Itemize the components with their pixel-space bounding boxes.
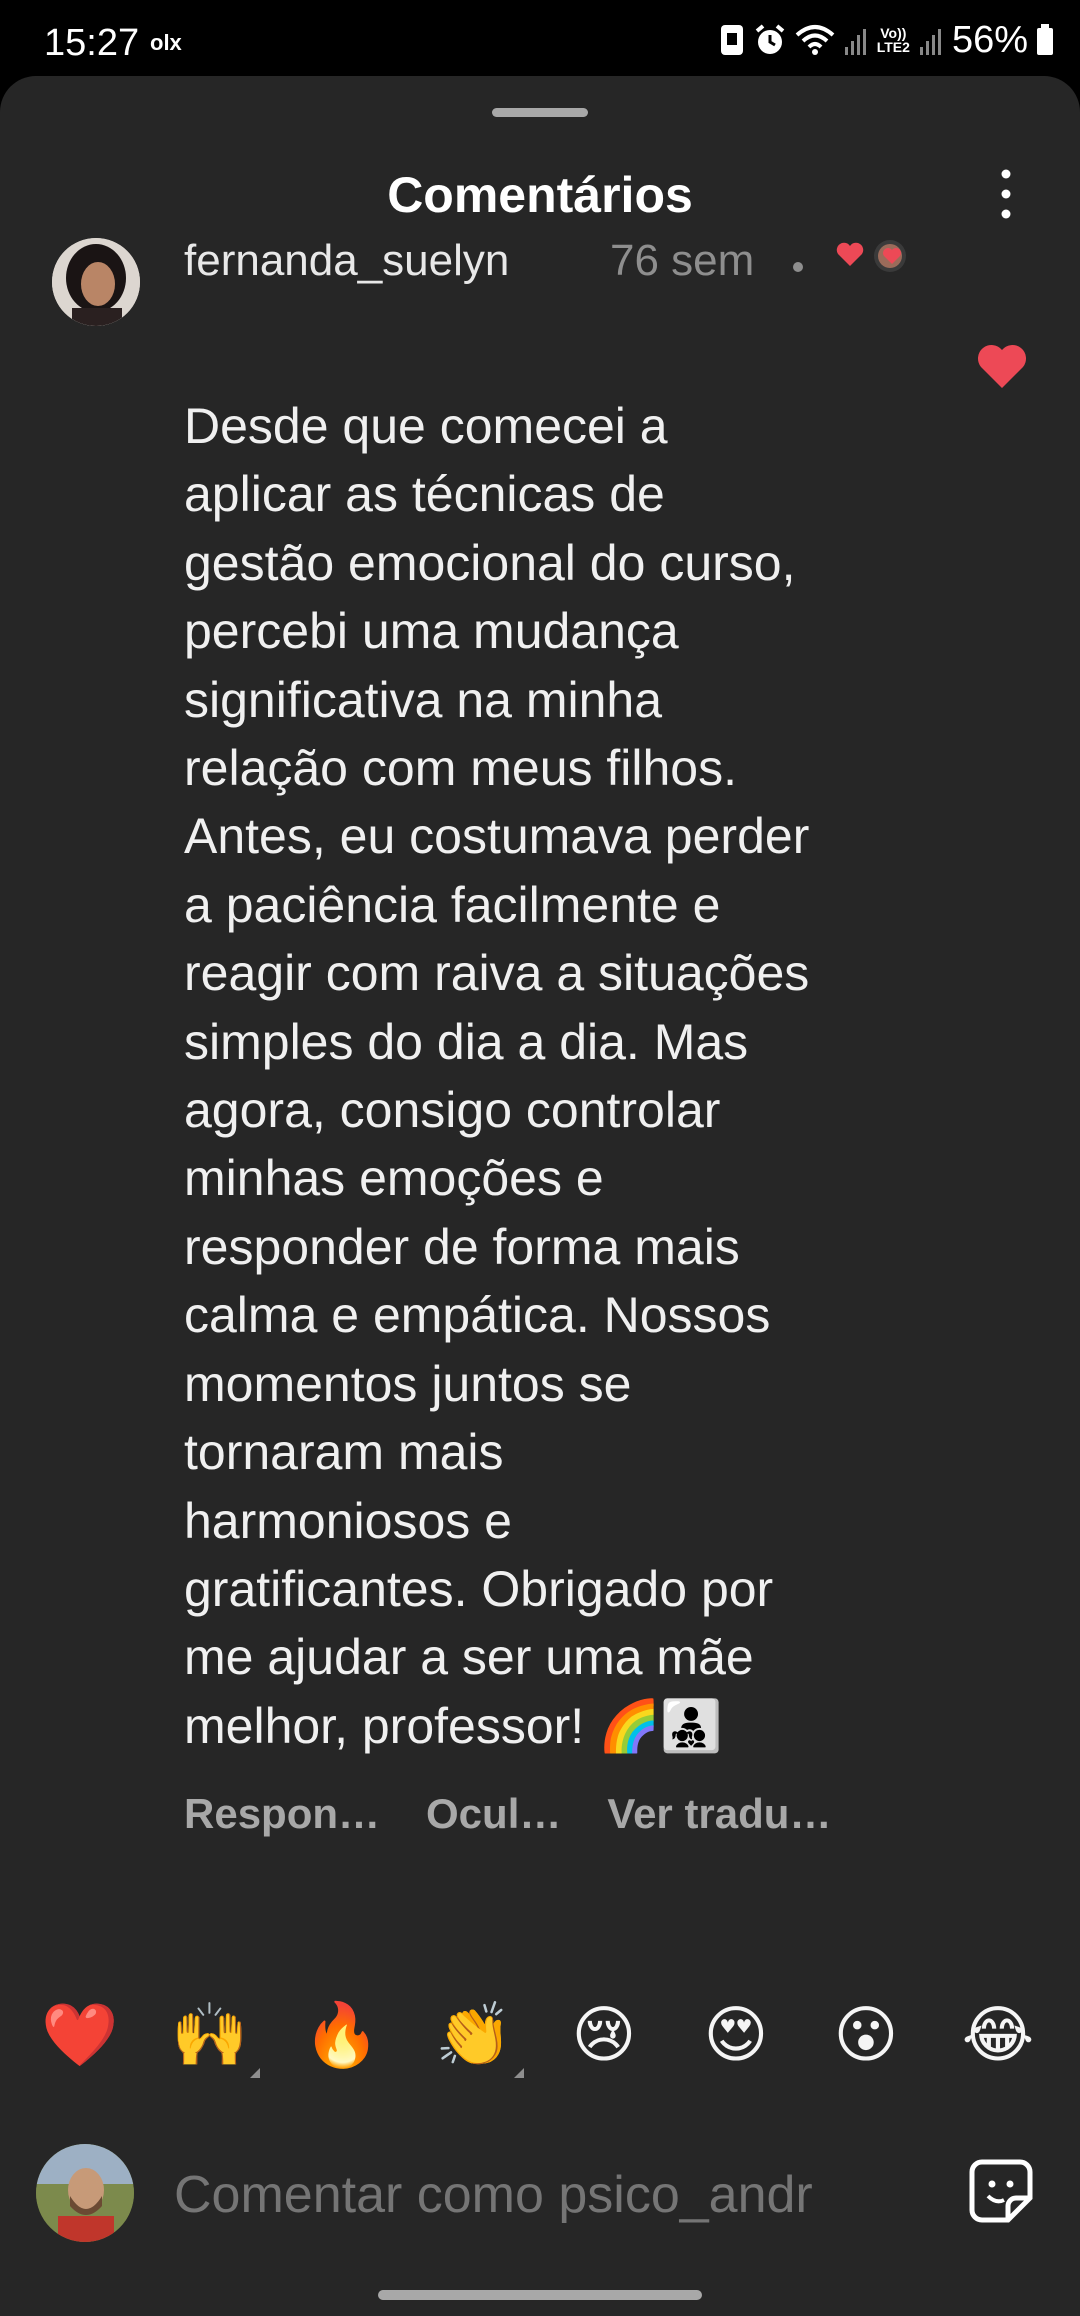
reaction-heart-eyes[interactable]: 😍 xyxy=(696,1996,776,2076)
battery-icon xyxy=(1037,24,1053,55)
status-app-badge: olx xyxy=(150,30,182,55)
hide-button[interactable]: Ocul… xyxy=(426,1790,561,1838)
wifi-icon xyxy=(795,25,835,55)
quick-reactions: ❤️ 🙌 🔥 👏 😢 😍 😮 😂 xyxy=(0,1996,1080,2078)
signal-icon-2 xyxy=(919,29,941,55)
comment-actions: Respon… Ocul… Ver tradu… xyxy=(184,1790,831,1838)
app-notification-icon xyxy=(720,25,743,55)
reply-button[interactable]: Respon… xyxy=(184,1790,380,1838)
signal-icon xyxy=(844,29,866,55)
see-translation-button[interactable]: Ver tradu… xyxy=(607,1790,831,1838)
comment-input[interactable] xyxy=(174,2150,934,2240)
reaction-clapping-emoji: 👏 xyxy=(435,2001,513,2070)
sheet-drag-handle[interactable] xyxy=(492,108,588,117)
status-time: 15:27 xyxy=(44,22,140,64)
sheet-title: Comentários xyxy=(387,167,693,223)
separator-dot xyxy=(793,262,803,272)
reaction-surprised[interactable]: 😮 xyxy=(826,1996,906,2076)
volte-indicator: Vo)) LTE2 xyxy=(877,26,910,54)
reaction-raising-hands-emoji: 🙌 xyxy=(171,2001,249,2070)
reaction-clapping[interactable]: 👏 xyxy=(434,1996,524,2078)
reaction-fire[interactable]: 🔥 xyxy=(302,1996,382,2076)
alarm-icon xyxy=(755,24,785,54)
skin-tone-indicator xyxy=(514,2068,524,2078)
reaction-raising-hands[interactable]: 🙌 xyxy=(170,1996,260,2078)
commenter-username[interactable]: fernanda_suelyn xyxy=(184,236,509,286)
volte-line-1: Vo)) xyxy=(880,25,907,41)
reaction-crying[interactable]: 😢 xyxy=(564,1996,644,2076)
skin-tone-indicator xyxy=(250,2068,260,2078)
battery-percent: 56% xyxy=(951,18,1028,61)
gesture-nav-handle[interactable] xyxy=(378,2290,702,2300)
reaction-laughing[interactable]: 😂 xyxy=(958,1996,1038,2076)
sticker-icon[interactable] xyxy=(968,2158,1034,2224)
current-user-avatar[interactable] xyxy=(36,2144,134,2242)
commenter-avatar[interactable] xyxy=(52,238,140,326)
comment-time: 76 sem xyxy=(610,236,755,285)
creator-heart-badge-icon xyxy=(836,240,906,272)
status-bar: 15:27 olx Vo)) LTE2 56% xyxy=(0,0,1080,76)
status-icons: Vo)) LTE2 56% xyxy=(719,18,1054,61)
reaction-heart[interactable]: ❤️ xyxy=(40,1996,120,2076)
volte-line-2: LTE2 xyxy=(876,39,910,55)
more-vertical-icon[interactable] xyxy=(994,168,1018,220)
heart-filled-icon[interactable] xyxy=(976,342,1028,390)
comment-text: Desde que comecei a aplicar as técnicas … xyxy=(184,398,810,1754)
